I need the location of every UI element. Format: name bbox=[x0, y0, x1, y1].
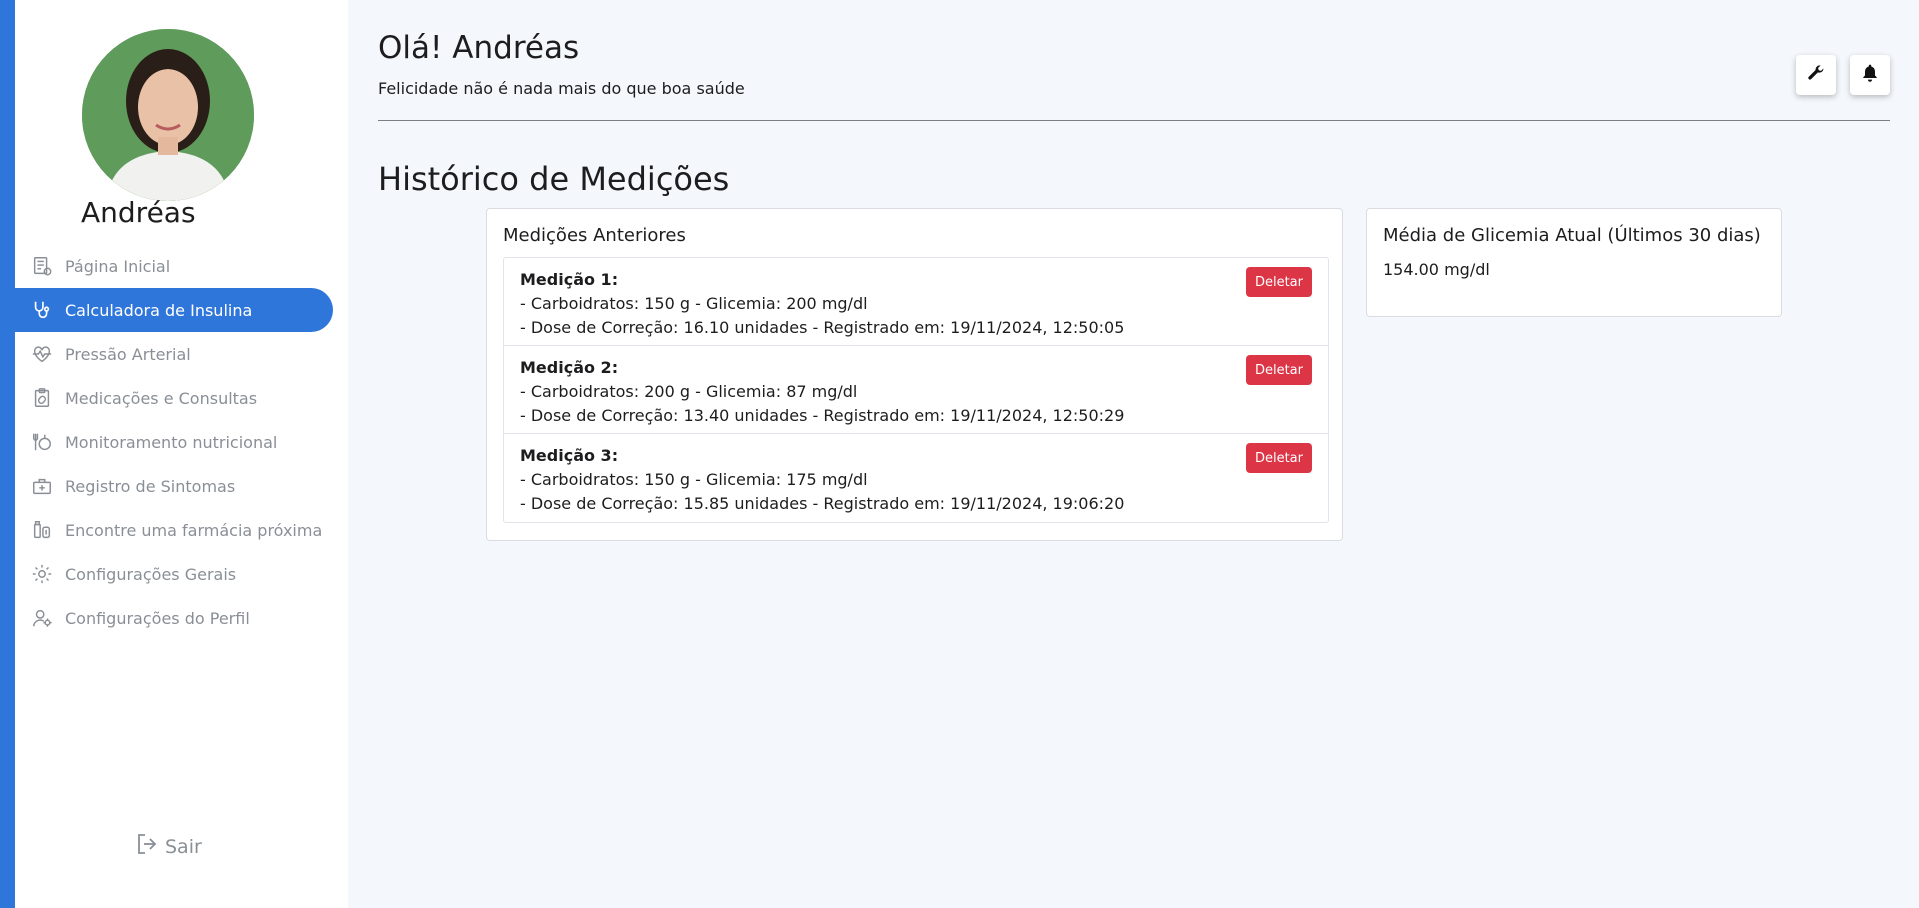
header-divider bbox=[378, 120, 1890, 121]
measurement-title: Medição 2: bbox=[520, 358, 619, 377]
history-card: Medições Anteriores Medição 1: - Carboid… bbox=[486, 208, 1343, 541]
measurement-line-1: - Carboidratos: 150 g - Glicemia: 200 mg… bbox=[520, 294, 868, 313]
list-item: Medição 2: - Carboidratos: 200 g - Glice… bbox=[504, 346, 1328, 434]
greeting-tagline: Felicidade não é nada mais do que boa sa… bbox=[378, 79, 745, 98]
sidebar-accent-bar bbox=[0, 0, 15, 908]
nutrition-icon bbox=[31, 431, 53, 453]
sidebar-item-label: Encontre uma farmácia próxima bbox=[65, 520, 323, 540]
bell-icon bbox=[1860, 63, 1880, 87]
logout-label: Sair bbox=[165, 835, 202, 858]
sidebar-item-label: Registro de Sintomas bbox=[65, 476, 236, 496]
list-item: Medição 1: - Carboidratos: 150 g - Glice… bbox=[504, 258, 1328, 346]
user-gear-icon bbox=[31, 607, 53, 629]
logout-icon bbox=[135, 832, 159, 861]
delete-button[interactable]: Deletar bbox=[1245, 355, 1312, 385]
sidebar-item-label: Configurações Gerais bbox=[65, 564, 237, 584]
sidebar-item-monitoramento-nutricional[interactable]: Monitoramento nutricional bbox=[15, 420, 348, 464]
sidebar-item-label: Configurações do Perfil bbox=[65, 608, 250, 628]
sidebar-item-configuracoes-gerais[interactable]: Configurações Gerais bbox=[15, 552, 348, 596]
wrench-icon bbox=[1806, 63, 1826, 87]
sidebar-nav: Página Inicial Calculadora de Insulina P… bbox=[15, 244, 348, 640]
measurement-title: Medição 3: bbox=[520, 446, 619, 465]
history-card-title: Medições Anteriores bbox=[503, 225, 686, 246]
measurements-list: Medição 1: - Carboidratos: 150 g - Glice… bbox=[503, 257, 1329, 523]
page-title: Histórico de Medições bbox=[378, 160, 730, 198]
user-name: Andréas bbox=[81, 196, 196, 229]
clipboard-pill-icon bbox=[31, 387, 53, 409]
top-actions bbox=[1796, 55, 1890, 95]
sidebar-item-label: Medicações e Consultas bbox=[65, 388, 258, 408]
logout-button[interactable]: Sair bbox=[135, 832, 202, 861]
measurement-title: Medição 1: bbox=[520, 270, 619, 289]
sidebar-item-pagina-inicial[interactable]: Página Inicial bbox=[15, 244, 348, 288]
greeting-title: Olá! Andréas bbox=[378, 30, 580, 66]
measurement-line-1: - Carboidratos: 150 g - Glicemia: 175 mg… bbox=[520, 470, 868, 489]
average-glucose-card: Média de Glicemia Atual (Últimos 30 dias… bbox=[1366, 208, 1782, 317]
sidebar-item-registro-sintomas[interactable]: Registro de Sintomas bbox=[15, 464, 348, 508]
heart-pulse-icon bbox=[31, 343, 53, 365]
sidebar-item-configuracoes-perfil[interactable]: Configurações do Perfil bbox=[15, 596, 348, 640]
gear-icon bbox=[31, 563, 53, 585]
measurement-line-1: - Carboidratos: 200 g - Glicemia: 87 mg/… bbox=[520, 382, 858, 401]
sidebar-item-calculadora-insulina[interactable]: Calculadora de Insulina bbox=[15, 288, 333, 332]
sidebar-item-medicacoes-consultas[interactable]: Medicações e Consultas bbox=[15, 376, 348, 420]
home-list-icon bbox=[31, 255, 53, 277]
sidebar-item-label: Pressão Arterial bbox=[65, 344, 191, 364]
sidebar-item-label: Calculadora de Insulina bbox=[65, 300, 253, 320]
measurement-line-2: - Dose de Correção: 13.40 unidades - Reg… bbox=[520, 406, 1125, 425]
medical-bag-icon bbox=[31, 475, 53, 497]
delete-button[interactable]: Deletar bbox=[1245, 443, 1312, 473]
tools-button[interactable] bbox=[1796, 55, 1836, 95]
average-glucose-value: 154.00 mg/dl bbox=[1383, 260, 1490, 279]
sidebar-item-pressao-arterial[interactable]: Pressão Arterial bbox=[15, 332, 348, 376]
notifications-button[interactable] bbox=[1850, 55, 1890, 95]
avatar bbox=[82, 29, 254, 201]
sidebar-item-label: Monitoramento nutricional bbox=[65, 432, 278, 452]
sidebar-item-farmacia-proxima[interactable]: Encontre uma farmácia próxima bbox=[15, 508, 348, 552]
average-glucose-title: Média de Glicemia Atual (Últimos 30 dias… bbox=[1383, 225, 1761, 246]
measurement-line-2: - Dose de Correção: 16.10 unidades - Reg… bbox=[520, 318, 1125, 337]
sidebar: Andréas Página Inicial Calculadora de In… bbox=[15, 0, 348, 908]
delete-button[interactable]: Deletar bbox=[1245, 267, 1312, 297]
pharmacy-icon bbox=[31, 519, 53, 541]
list-item: Medição 3: - Carboidratos: 150 g - Glice… bbox=[504, 434, 1328, 522]
sidebar-item-label: Página Inicial bbox=[65, 256, 171, 276]
main-content: Olá! Andréas Felicidade não é nada mais … bbox=[378, 0, 1890, 908]
measurement-line-2: - Dose de Correção: 15.85 unidades - Reg… bbox=[520, 494, 1125, 513]
stethoscope-icon bbox=[31, 299, 53, 321]
